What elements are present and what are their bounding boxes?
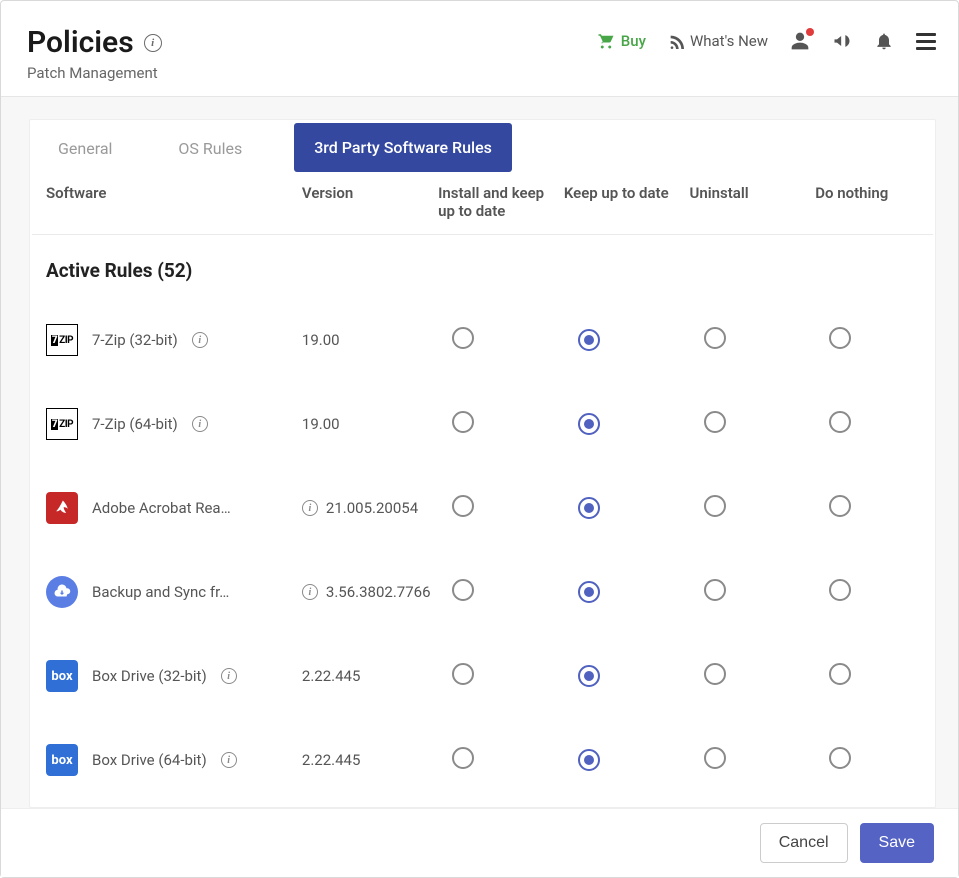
col-software[interactable]: Software	[32, 172, 294, 235]
7zip-icon: 7ZIP	[46, 324, 78, 356]
radio-keep[interactable]	[578, 329, 600, 351]
content-area: General OS Rules 3rd Party Software Rule…	[1, 97, 958, 808]
software-name: 7-Zip (32-bit)	[92, 331, 178, 349]
tab-os-rules[interactable]: OS Rules	[164, 124, 256, 172]
radio-uninstall[interactable]	[704, 663, 726, 685]
whats-new-link[interactable]: What's New	[668, 32, 768, 50]
col-uninstall[interactable]: Uninstall	[682, 172, 808, 235]
bell-icon[interactable]	[874, 31, 894, 51]
rss-icon	[668, 33, 684, 49]
radio-keep[interactable]	[578, 665, 600, 687]
radio-nothing[interactable]	[829, 327, 851, 349]
rules-table: Software Version Install and keep up to …	[32, 172, 933, 802]
menu-button[interactable]	[916, 33, 936, 50]
adobe-acrobat-icon	[46, 492, 78, 524]
software-version: 2.22.445	[302, 667, 361, 685]
radio-nothing[interactable]	[829, 579, 851, 601]
software-name: Box Drive (32-bit)	[92, 667, 207, 685]
info-icon[interactable]: i	[221, 668, 237, 684]
page-title: Policies	[27, 25, 134, 60]
software-version: 19.00	[302, 331, 340, 349]
cart-icon	[597, 32, 615, 50]
software-version: 21.005.20054	[326, 499, 418, 517]
info-icon[interactable]: i	[192, 416, 208, 432]
col-install[interactable]: Install and keep up to date	[430, 172, 556, 235]
radio-uninstall[interactable]	[704, 411, 726, 433]
info-icon[interactable]: i	[192, 332, 208, 348]
software-name: Backup and Sync fr…	[92, 583, 229, 601]
radio-uninstall[interactable]	[704, 579, 726, 601]
radio-uninstall[interactable]	[704, 327, 726, 349]
radio-install[interactable]	[452, 663, 474, 685]
info-icon[interactable]: i	[302, 584, 318, 600]
table-row: Adobe Acrobat Rea… i 21.005.20054	[32, 466, 933, 550]
buy-link[interactable]: Buy	[597, 32, 646, 50]
col-version[interactable]: Version	[294, 172, 430, 235]
header-right: Buy What's New	[597, 31, 936, 51]
buy-label: Buy	[621, 32, 646, 50]
radio-install[interactable]	[452, 495, 474, 517]
radio-install[interactable]	[452, 411, 474, 433]
rules-scroll-region[interactable]: Software Version Install and keep up to …	[30, 172, 935, 807]
whats-new-label: What's New	[690, 32, 768, 50]
radio-keep[interactable]	[578, 749, 600, 771]
cancel-button[interactable]: Cancel	[760, 823, 848, 863]
tab-3rd-party[interactable]: 3rd Party Software Rules	[294, 123, 512, 172]
table-row: box Box Drive (32-bit) i 2.22.445	[32, 634, 933, 718]
radio-keep[interactable]	[578, 497, 600, 519]
info-icon[interactable]: i	[144, 34, 162, 52]
table-row: 7ZIP 7-Zip (32-bit) i 19.00	[32, 298, 933, 382]
tab-general[interactable]: General	[44, 124, 126, 172]
box-drive-icon: box	[46, 660, 78, 692]
software-name: 7-Zip (64-bit)	[92, 415, 178, 433]
radio-nothing[interactable]	[829, 495, 851, 517]
info-icon[interactable]: i	[302, 500, 318, 516]
radio-install[interactable]	[452, 327, 474, 349]
radio-nothing[interactable]	[829, 411, 851, 433]
megaphone-icon[interactable]	[832, 31, 852, 51]
radio-nothing[interactable]	[829, 663, 851, 685]
7zip-icon: 7ZIP	[46, 408, 78, 440]
active-rules-heading: Active Rules (52)	[32, 235, 933, 299]
info-icon[interactable]: i	[221, 752, 237, 768]
radio-uninstall[interactable]	[704, 495, 726, 517]
table-row: box Box Drive (64-bit) i 2.22.445	[32, 718, 933, 802]
radio-install[interactable]	[452, 747, 474, 769]
radio-keep[interactable]	[578, 413, 600, 435]
notification-dot-icon	[806, 28, 814, 36]
table-row: 7ZIP 7-Zip (64-bit) i 19.00	[32, 382, 933, 466]
google-backup-sync-icon	[46, 576, 78, 608]
software-version: 19.00	[302, 415, 340, 433]
software-name: Adobe Acrobat Rea…	[92, 499, 231, 517]
table-row: Backup and Sync fr… i 3.56.3802.7766	[32, 550, 933, 634]
radio-uninstall[interactable]	[704, 747, 726, 769]
tab-bar: General OS Rules 3rd Party Software Rule…	[30, 120, 935, 172]
software-version: 3.56.3802.7766	[326, 583, 431, 601]
software-name: Box Drive (64-bit)	[92, 751, 207, 769]
header-left: Policies i Patch Management	[27, 25, 162, 82]
box-drive-icon: box	[46, 744, 78, 776]
save-button[interactable]: Save	[860, 823, 934, 863]
radio-install[interactable]	[452, 579, 474, 601]
col-keep[interactable]: Keep up to date	[556, 172, 682, 235]
col-nothing[interactable]: Do nothing	[807, 172, 933, 235]
software-version: 2.22.445	[302, 751, 361, 769]
breadcrumb: Patch Management	[27, 64, 162, 82]
radio-nothing[interactable]	[829, 747, 851, 769]
user-menu[interactable]	[790, 31, 810, 51]
footer-bar: Cancel Save	[1, 808, 958, 877]
page-header: Policies i Patch Management Buy What's N…	[1, 1, 958, 97]
radio-keep[interactable]	[578, 581, 600, 603]
rules-panel: General OS Rules 3rd Party Software Rule…	[29, 119, 936, 808]
